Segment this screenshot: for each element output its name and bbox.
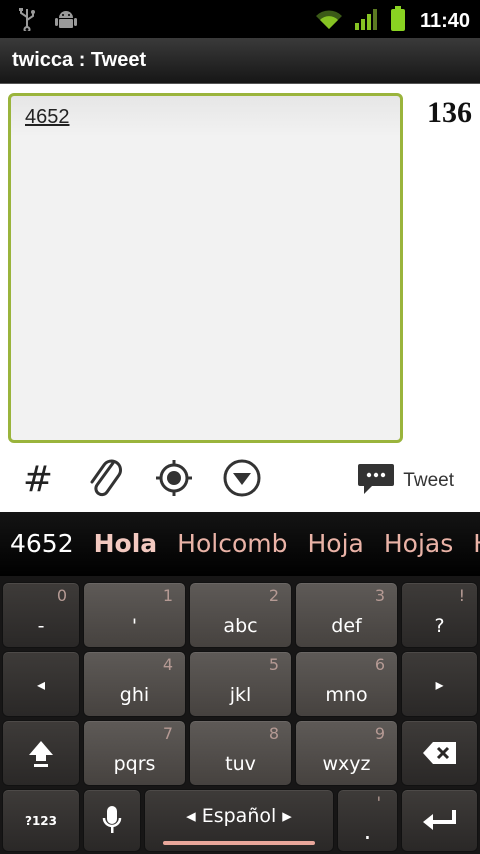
cursor-left-key[interactable]: ◂ bbox=[2, 651, 80, 717]
cursor-right-key[interactable]: ▸ bbox=[401, 651, 478, 717]
backspace-key[interactable] bbox=[401, 720, 478, 786]
key-label: abc bbox=[223, 615, 258, 637]
key-question[interactable]: ! ? bbox=[401, 582, 478, 648]
cursor-right-icon: ▸ bbox=[435, 674, 444, 694]
key-sub-label: 1 bbox=[162, 586, 173, 605]
suggestion-item[interactable]: Hola bbox=[84, 524, 168, 564]
enter-key[interactable] bbox=[401, 789, 478, 852]
key-4[interactable]: 4 ghi bbox=[83, 651, 186, 717]
key-label: - bbox=[37, 615, 45, 637]
android-debug-icon bbox=[54, 7, 78, 35]
attach-button[interactable] bbox=[84, 458, 128, 502]
space-underline bbox=[163, 841, 315, 845]
key-1[interactable]: 1 ' bbox=[83, 582, 186, 648]
key-label: ' bbox=[131, 615, 138, 637]
key-sub-label: ' bbox=[376, 793, 381, 812]
compose-toolbar: # Tweet bbox=[0, 454, 480, 506]
space-key[interactable]: ◂ Español ▸ bbox=[144, 789, 334, 852]
page-title: twicca : Tweet bbox=[12, 49, 147, 71]
tweet-icon bbox=[357, 462, 395, 500]
key-label: ghi bbox=[119, 684, 150, 706]
hashtag-button[interactable]: # bbox=[16, 458, 60, 502]
key-label: ? bbox=[434, 615, 445, 637]
signal-icon bbox=[354, 7, 380, 35]
tweet-input-text: 4652 bbox=[25, 106, 70, 128]
wifi-icon bbox=[314, 7, 344, 35]
battery-icon bbox=[390, 6, 406, 36]
suggestion-strip: 4652 Hola Holcomb Hoja Hojas H bbox=[0, 512, 480, 576]
key-label: wxyz bbox=[322, 753, 371, 775]
hashtag-icon: # bbox=[22, 459, 54, 500]
symbols-key[interactable]: ?123 bbox=[2, 789, 80, 852]
microphone-icon bbox=[84, 790, 140, 851]
more-button[interactable] bbox=[220, 458, 264, 502]
key-sub-label: 6 bbox=[374, 655, 385, 674]
key-label: pqrs bbox=[113, 753, 156, 775]
key-sub-label: 4 bbox=[162, 655, 173, 674]
more-icon bbox=[222, 458, 262, 502]
tweet-button-label: Tweet bbox=[403, 470, 454, 491]
symbols-label: ?123 bbox=[24, 813, 57, 828]
space-language-label: ◂ Español ▸ bbox=[186, 804, 292, 827]
clock: 11:40 bbox=[419, 9, 470, 32]
tweet-input[interactable]: 4652 bbox=[8, 93, 403, 443]
suggestion-item[interactable]: 4652 bbox=[0, 524, 84, 564]
key-sub-label: 5 bbox=[268, 655, 279, 674]
location-button[interactable] bbox=[152, 458, 196, 502]
title-bar: twicca : Tweet bbox=[0, 38, 480, 84]
key-sub-label: 7 bbox=[162, 724, 173, 743]
period-key[interactable]: ' . bbox=[337, 789, 398, 852]
key-label: def bbox=[331, 615, 362, 637]
suggestion-item[interactable]: H bbox=[463, 524, 480, 564]
symbols-key-wrap: ?123 bbox=[3, 790, 79, 851]
backspace-icon bbox=[402, 721, 477, 785]
suggestion-item[interactable]: Hoja bbox=[297, 524, 373, 564]
key-7[interactable]: 7 pqrs bbox=[83, 720, 186, 786]
character-counter: 136 bbox=[427, 96, 472, 129]
shift-key[interactable] bbox=[2, 720, 80, 786]
key-dash[interactable]: 0 - bbox=[2, 582, 80, 648]
key-6[interactable]: 6 mno bbox=[295, 651, 398, 717]
key-sub-label: 3 bbox=[374, 586, 385, 605]
key-8[interactable]: 8 tuv bbox=[189, 720, 292, 786]
key-label: . bbox=[363, 817, 372, 845]
key-label: mno bbox=[325, 684, 368, 706]
screen: 11:40 twicca : Tweet 4652 136 # Tweet 46… bbox=[0, 0, 480, 854]
key-sub-label: 8 bbox=[268, 724, 279, 743]
suggestion-item[interactable]: Holcomb bbox=[167, 524, 297, 564]
shift-icon bbox=[3, 721, 79, 785]
tweet-button[interactable]: Tweet bbox=[357, 462, 454, 500]
compose-area: 4652 136 # Tweet bbox=[0, 84, 480, 512]
key-3[interactable]: 3 def bbox=[295, 582, 398, 648]
voice-key[interactable] bbox=[83, 789, 141, 852]
key-sub-label: 9 bbox=[374, 724, 385, 743]
key-2[interactable]: 2 abc bbox=[189, 582, 292, 648]
attach-icon bbox=[87, 457, 125, 503]
key-label: tuv bbox=[225, 753, 256, 775]
key-9[interactable]: 9 wxyz bbox=[295, 720, 398, 786]
key-sub-label: 0 bbox=[56, 586, 67, 605]
location-icon bbox=[154, 458, 194, 502]
cursor-left-icon: ◂ bbox=[36, 674, 46, 694]
key-sub-label: 2 bbox=[268, 586, 279, 605]
usb-icon bbox=[16, 7, 38, 35]
key-label: jkl bbox=[229, 684, 252, 706]
key-sub-label: ! bbox=[458, 586, 465, 605]
suggestion-item[interactable]: Hojas bbox=[374, 524, 463, 564]
keyboard: 0 - 1 ' 2 abc 3 def ! ? ◂ 4 ghi 5 jkl 6 … bbox=[0, 576, 480, 854]
key-5[interactable]: 5 jkl bbox=[189, 651, 292, 717]
status-bar: 11:40 bbox=[0, 0, 480, 38]
enter-icon bbox=[402, 790, 477, 851]
